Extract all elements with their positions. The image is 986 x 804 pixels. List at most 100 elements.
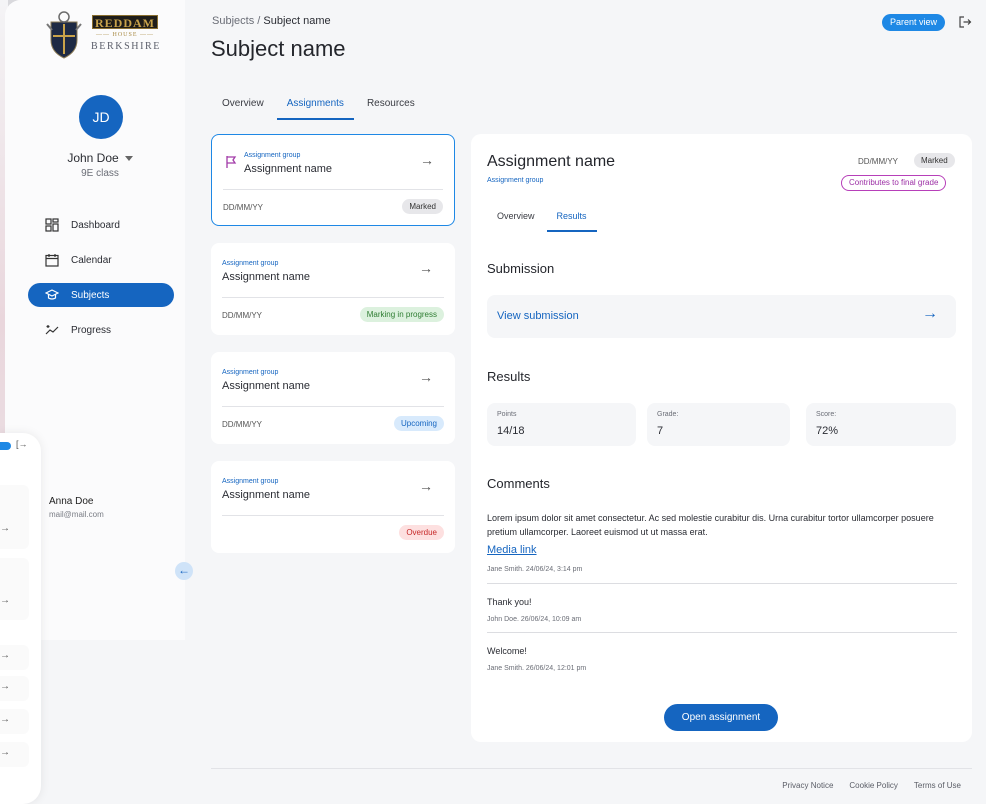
- divider: [222, 297, 444, 298]
- assignment-card[interactable]: Assignment group Assignment name → Overd…: [211, 461, 455, 553]
- sidebar-item-dashboard[interactable]: Dashboard: [28, 213, 174, 237]
- result-label: Score:: [816, 411, 837, 418]
- comment-body: Welcome!: [487, 646, 527, 656]
- result-label: Points: [497, 411, 517, 418]
- logout-icon[interactable]: [958, 15, 972, 29]
- mobile-preview-panel: [→ → → → → → →: [0, 433, 41, 804]
- logo-location: BERKSHIRE: [91, 41, 161, 52]
- submission-heading: Submission: [487, 261, 555, 276]
- assignment-name: Assignment name: [222, 271, 311, 283]
- parent-view-button[interactable]: [0, 442, 11, 450]
- dashboard-icon: [45, 218, 59, 232]
- assignment-date: DD/MM/YY: [858, 157, 898, 166]
- result-points: Points 14/18: [487, 403, 636, 446]
- result-value: 72%: [816, 425, 839, 437]
- sidebar-item-calendar[interactable]: Calendar: [28, 248, 174, 272]
- sidebar-item-label: Dashboard: [71, 219, 120, 231]
- divider: [223, 189, 443, 190]
- arrow-right-icon[interactable]: →: [419, 478, 433, 494]
- footer: Privacy Notice Cookie Policy Terms of Us…: [766, 781, 961, 790]
- results-heading: Results: [487, 369, 531, 384]
- arrow-right-icon[interactable]: →: [419, 260, 433, 276]
- contributes-badge: Contributes to final grade: [841, 175, 947, 191]
- list-item[interactable]: →: [0, 558, 29, 620]
- list-item[interactable]: →: [0, 709, 29, 734]
- calendar-icon: [45, 254, 59, 267]
- assignment-name: Assignment name: [244, 163, 333, 175]
- assignment-title: Assignment name: [487, 153, 616, 170]
- assignment-group: Assignment group: [222, 478, 279, 485]
- sidebar-item-label: Progress: [71, 324, 112, 336]
- logo-house: —— HOUSE ——: [95, 32, 154, 38]
- arrow-right-icon: →: [0, 747, 10, 758]
- chevron-down-icon: [124, 156, 133, 162]
- view-submission-label: View submission: [497, 310, 579, 322]
- assignment-card[interactable]: Assignment group Assignment name → DD/MM…: [211, 352, 455, 444]
- assignment-group: Assignment group: [244, 152, 301, 159]
- footer-divider: [211, 768, 972, 769]
- breadcrumb: Subjects / Subject name: [212, 15, 331, 27]
- list-item[interactable]: →: [0, 645, 29, 670]
- school-logo[interactable]: REDDAM —— HOUSE —— BERKSHIRE: [45, 10, 165, 62]
- arrow-right-icon: →: [0, 714, 10, 725]
- assignment-date: DD/MM/YY: [222, 311, 262, 320]
- breadcrumb-link-subjects[interactable]: Subjects: [212, 15, 254, 27]
- tab-overview[interactable]: Overview: [212, 92, 274, 120]
- assignment-card[interactable]: Assignment group Assignment name → DD/MM…: [211, 134, 455, 226]
- detail-tabs: Overview Results: [487, 207, 599, 232]
- assignment-name: Assignment name: [222, 380, 311, 392]
- flag-icon: [226, 156, 237, 168]
- list-item[interactable]: →: [0, 676, 29, 701]
- open-assignment-button[interactable]: Open assignment: [664, 704, 778, 731]
- overlay-user-email: mail@mail.com: [49, 510, 104, 519]
- cookie-policy-link[interactable]: Cookie Policy: [849, 781, 897, 790]
- assignment-date: DD/MM/YY: [222, 420, 262, 429]
- comment-meta: John Doe. 26/06/24, 10:09 am: [487, 616, 582, 623]
- divider: [487, 632, 957, 633]
- result-grade: Grade: 7: [647, 403, 790, 446]
- avatar[interactable]: JD: [79, 95, 123, 139]
- divider: [487, 583, 957, 584]
- arrow-left-icon: ←: [178, 563, 190, 577]
- arrow-right-icon: →: [0, 681, 10, 692]
- divider: [222, 515, 444, 516]
- arrow-right-icon[interactable]: →: [420, 152, 434, 168]
- user-name: John Doe: [67, 151, 119, 165]
- assignment-name: Assignment name: [222, 489, 311, 501]
- page-title: Subject name: [211, 36, 346, 61]
- terms-of-use-link[interactable]: Terms of Use: [914, 781, 961, 790]
- tab-assignments[interactable]: Assignments: [276, 92, 354, 120]
- assignment-date: DD/MM/YY: [223, 203, 263, 212]
- status-badge: Overdue: [399, 525, 444, 540]
- assignment-card[interactable]: Assignment group Assignment name → DD/MM…: [211, 243, 455, 335]
- status-badge: Marked: [914, 153, 955, 168]
- assignment-group: Assignment group: [222, 369, 279, 376]
- view-submission-button[interactable]: View submission →: [487, 295, 956, 338]
- app-window: REDDAM —— HOUSE —— BERKSHIRE JD John Doe…: [5, 0, 986, 804]
- graduation-cap-icon: [45, 289, 59, 300]
- parent-view-button[interactable]: Parent view: [882, 14, 946, 31]
- tab-resources[interactable]: Resources: [357, 92, 425, 120]
- tab-overview[interactable]: Overview: [487, 207, 545, 232]
- user-menu[interactable]: John Doe: [5, 151, 195, 165]
- arrow-right-icon: →: [0, 523, 10, 534]
- media-link[interactable]: Media link: [487, 544, 537, 556]
- divider: [222, 406, 444, 407]
- result-value: 7: [657, 425, 664, 437]
- result-value: 14/18: [497, 425, 525, 437]
- arrow-right-icon: →: [0, 595, 10, 606]
- comment-meta: Jane Smith. 26/06/24, 12:01 pm: [487, 665, 587, 672]
- privacy-notice-link[interactable]: Privacy Notice: [782, 781, 833, 790]
- logout-icon[interactable]: [→: [16, 439, 28, 449]
- tab-results[interactable]: Results: [546, 207, 597, 232]
- arrow-right-icon[interactable]: →: [419, 369, 433, 385]
- list-item[interactable]: →: [0, 485, 29, 549]
- collapse-sidebar-button[interactable]: ←: [175, 562, 193, 580]
- list-item[interactable]: →: [0, 742, 29, 767]
- crest-icon: [46, 11, 82, 59]
- comments-heading: Comments: [487, 476, 550, 491]
- arrow-right-icon: →: [0, 650, 10, 661]
- user-class: 9E class: [81, 168, 119, 179]
- sidebar-item-progress[interactable]: Progress: [28, 318, 174, 342]
- sidebar-item-subjects[interactable]: Subjects: [28, 283, 174, 307]
